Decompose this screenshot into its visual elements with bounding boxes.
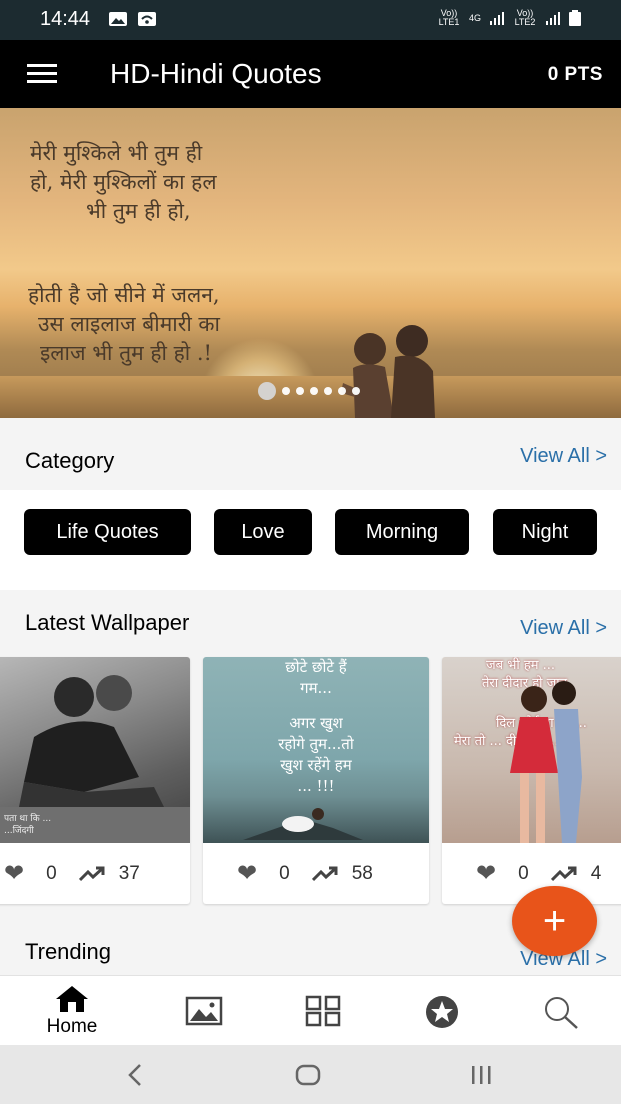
chip-life-quotes[interactable]: Life Quotes	[24, 509, 191, 555]
trending-icon	[78, 866, 105, 881]
nav-wallpapers[interactable]	[164, 984, 244, 1042]
likes-count: 0	[46, 862, 57, 884]
recents-icon[interactable]	[469, 1061, 495, 1089]
wallpaper-caption: छोटे छोटे हैं गम... अगर खुश रहोगे तुम...…	[278, 658, 354, 795]
couple-photo	[243, 808, 363, 840]
category-heading: Category	[25, 448, 115, 473]
banner-carousel[interactable]: मेरी मुश्किले भी तुम ही हो, मेरी मुश्किल…	[0, 108, 621, 418]
wallpaper-card[interactable]: छोटे छोटे हैं गम... अगर खुश रहोगे तुम...…	[203, 657, 429, 904]
chip-morning[interactable]: Morning	[335, 509, 469, 555]
banner-quote-2: होती है जो सीने में जलन, उस लाइलाज बीमार…	[28, 281, 220, 368]
trending-icon	[550, 866, 577, 881]
wallpaper-card[interactable]: जब भी हम ... तेरा दीदार हो जात दिल कोई न…	[442, 657, 621, 904]
carousel-dot[interactable]	[338, 387, 346, 395]
star-badge-icon	[426, 996, 458, 1028]
carousel-dot[interactable]	[282, 387, 290, 395]
carousel-dot[interactable]	[310, 387, 318, 395]
wallpaper-stats: ❤ 0 37	[0, 843, 190, 904]
chip-love[interactable]: Love	[214, 509, 312, 555]
nav-search[interactable]	[521, 984, 601, 1042]
couple-silhouette	[341, 325, 435, 418]
likes-count: 0	[279, 862, 290, 884]
trending-icon	[311, 866, 338, 881]
sim1-label: Vo)) LTE1	[438, 8, 460, 27]
wallpaper-carousel[interactable]: पता था कि ... ...जिंदगी ❤ 0 37 छोटे छोटे…	[0, 652, 621, 914]
network-type: 4G	[468, 12, 481, 23]
home-circle-icon[interactable]	[294, 1061, 322, 1089]
home-icon	[56, 986, 88, 1012]
wallpaper-image: जब भी हम ... तेरा दीदार हो जात दिल कोई न…	[442, 657, 621, 843]
banner-quote-line: मेरी मुश्किले भी तुम ही	[30, 141, 203, 165]
banner-quote-line: इलाज भी तुम ही हो .!	[40, 341, 212, 365]
latest-wallpaper-heading: Latest Wallpaper	[25, 610, 190, 635]
likes-count: 0	[518, 862, 529, 884]
trend-count: 58	[351, 862, 373, 884]
couple-photo	[510, 681, 582, 843]
app-screen: 14:44 Vo)) LTE1 4G Vo)) LTE2 HD-Hindi Qu…	[0, 0, 621, 1104]
carousel-dot[interactable]	[258, 382, 276, 400]
latest-wallpaper-view-all-link[interactable]: View All >	[520, 617, 607, 640]
app-bar: HD-Hindi Quotes 0 PTS	[0, 40, 621, 108]
nav-home[interactable]: Home	[32, 984, 112, 1042]
wallpaper-card[interactable]: पता था कि ... ...जिंदगी ❤ 0 37	[0, 657, 190, 904]
battery-icon	[569, 10, 581, 26]
status-right: Vo)) LTE1 4G Vo)) LTE2	[437, 9, 581, 27]
banner-quote-line: भी तुम ही हो,	[86, 199, 191, 223]
hamburger-menu-icon[interactable]	[27, 64, 57, 84]
heart-icon[interactable]: ❤	[4, 859, 24, 888]
latest-wallpaper-header: Latest Wallpaper View All >	[0, 590, 621, 652]
signal-icon	[490, 12, 504, 25]
banner-quote-line: होती है जो सीने में जलन,	[28, 283, 220, 307]
heart-icon[interactable]: ❤	[476, 859, 496, 888]
add-fab-button[interactable]: +	[512, 886, 597, 956]
nav-home-label: Home	[46, 1016, 98, 1037]
nav-categories[interactable]	[283, 984, 363, 1042]
system-navigation	[0, 1045, 621, 1104]
image-icon	[185, 996, 223, 1026]
status-time: 14:44	[40, 8, 91, 30]
carousel-dot[interactable]	[352, 387, 360, 395]
trend-count: 4	[590, 862, 602, 884]
carousel-dot[interactable]	[296, 387, 304, 395]
nav-favorites[interactable]	[402, 984, 482, 1042]
category-view-all-link[interactable]: View All >	[520, 445, 607, 468]
trending-heading: Trending	[25, 939, 112, 964]
heart-icon[interactable]: ❤	[237, 859, 257, 888]
wallpaper-image: छोटे छोटे हैं गम... अगर खुश रहोगे तुम...…	[203, 657, 429, 843]
carousel-dot[interactable]	[324, 387, 332, 395]
signal2-icon	[546, 12, 560, 25]
sim2-label: Vo)) LTE2	[514, 8, 536, 27]
status-bar: 14:44 Vo)) LTE1 4G Vo)) LTE2	[0, 0, 621, 40]
banner-quote-line: उस लाइलाज बीमारी का	[38, 312, 220, 336]
chip-night[interactable]: Night	[493, 509, 597, 555]
gallery-icon	[109, 12, 127, 26]
trend-count: 37	[118, 862, 140, 884]
wallpaper-image: पता था कि ... ...जिंदगी	[0, 657, 190, 843]
wallpaper-stats: ❤ 0 58	[203, 843, 429, 904]
points-label[interactable]: 0 PTS	[548, 64, 603, 86]
bottom-navigation: Home	[0, 975, 621, 1045]
back-icon[interactable]	[125, 1061, 145, 1089]
carousel-dots	[258, 382, 360, 400]
search-icon	[545, 997, 578, 1029]
banner-quote-line: हो, मेरी मुश्किलों का हल	[30, 170, 217, 194]
app-title: HD-Hindi Quotes	[110, 58, 322, 89]
banner-quote-1: मेरी मुश्किले भी तुम ही हो, मेरी मुश्किल…	[30, 139, 217, 226]
category-header: Category View All >	[0, 428, 621, 490]
wallpaper-caption: पता था कि ... ...जिंदगी	[4, 814, 52, 836]
grid-icon	[305, 995, 341, 1027]
wifi-icon	[138, 12, 156, 26]
category-chips: Life Quotes Love Morning Night	[0, 490, 621, 590]
